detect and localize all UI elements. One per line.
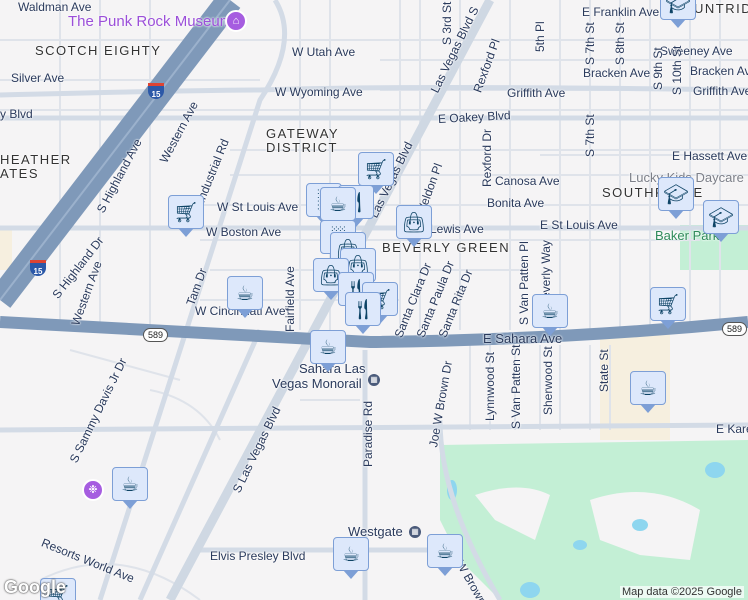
street-label: Griffith Ave xyxy=(693,84,748,98)
street-label: Paradise Rd xyxy=(361,400,375,467)
street-label: W St Louis Ave xyxy=(217,200,299,214)
street-label: Canosa Ave xyxy=(495,174,560,188)
coffee-cup-icon: ☕︎ xyxy=(436,540,454,563)
coffee-marker[interactable]: ☕︎ xyxy=(532,294,568,336)
street-label: Waldman Ave xyxy=(18,0,92,14)
coffee-marker[interactable]: ☕︎ xyxy=(630,371,666,413)
sr589-shield: 589 xyxy=(722,322,748,336)
area-label: BEVERLY GREEN xyxy=(382,240,511,255)
street-label: State St xyxy=(597,349,611,392)
i15-shield: 15 xyxy=(30,260,46,276)
shopping-cart-marker[interactable]: 🛒︎ xyxy=(358,152,394,194)
street-label: E St Louis Ave xyxy=(540,218,618,232)
monorail-station-icon[interactable]: ▦ xyxy=(368,374,380,386)
coffee-cup-icon: ☕︎ xyxy=(541,300,559,323)
street-label: E Karen Ave xyxy=(716,422,748,436)
street-label: Sherwood St xyxy=(541,346,555,415)
area-label: HEATHER xyxy=(0,152,72,167)
coffee-marker[interactable]: ☕︎ xyxy=(112,467,148,509)
attraction-icon[interactable]: ❉ xyxy=(82,479,104,501)
street-label: S 9th St xyxy=(651,47,665,90)
transit-label[interactable]: Vegas Monorail xyxy=(272,376,362,391)
coffee-cup-icon: ☕︎ xyxy=(329,193,347,216)
street-label: S Van Patten St xyxy=(509,344,523,430)
coffee-marker[interactable]: ☕︎ xyxy=(320,187,356,229)
shopping-cart-icon: 🛒︎ xyxy=(173,201,199,224)
google-logo[interactable]: Google xyxy=(4,577,66,598)
i15-shield: 15 xyxy=(148,83,164,99)
area-label: DISTRICT xyxy=(266,140,338,155)
street-label: Bracken Ave xyxy=(690,64,748,78)
shopping-cart-icon: 🛒︎ xyxy=(363,158,389,181)
street-label: Silver Ave xyxy=(11,71,65,85)
coffee-marker[interactable]: ☕︎ xyxy=(427,534,463,576)
poi-label-punk-rock-museum[interactable]: The Punk Rock Museum xyxy=(68,13,232,30)
area-label: GATEWAY xyxy=(266,126,340,141)
street-label: S 7th St xyxy=(583,114,597,157)
street-label: Bracken Ave xyxy=(583,66,651,80)
street-label: S 7th St xyxy=(583,22,597,65)
graduation-cap-icon: 🎓︎ xyxy=(708,206,734,229)
street-label: Lynnwood St xyxy=(483,352,497,421)
monorail-station-icon[interactable]: ▦ xyxy=(409,526,421,538)
school-marker[interactable]: 🎓︎ xyxy=(703,200,739,242)
street-label: S 3rd St xyxy=(440,1,454,45)
graduation-cap-icon: 🎓︎ xyxy=(663,183,689,206)
fork-knife-icon: 🍴︎ xyxy=(350,298,376,321)
area-label: ATES xyxy=(0,166,39,181)
street-label: Fairfield Ave xyxy=(283,266,297,332)
street-label: E Hassett Ave xyxy=(672,149,748,163)
sr589-shield: 589 xyxy=(143,328,169,342)
street-label: y Blvd xyxy=(0,107,33,121)
street-label: Rexford Dr xyxy=(480,128,494,187)
area-label: SCOTCH EIGHTY xyxy=(35,43,162,58)
street-label: W Boston Ave xyxy=(206,225,282,239)
coffee-cup-icon: ☕︎ xyxy=(639,377,657,400)
shopping-cart-marker[interactable]: 🛒︎ xyxy=(168,195,204,237)
road-wyoming xyxy=(0,85,748,98)
street-label: Elvis Presley Blvd xyxy=(210,549,306,563)
street-label: Lewis Ave xyxy=(430,222,484,236)
street-label: S Van Patten Pl xyxy=(517,241,531,325)
school-marker[interactable]: 🎓︎ xyxy=(658,177,694,219)
shopping-bag-marker[interactable]: 👜︎ xyxy=(396,205,432,247)
street-label: W Utah Ave xyxy=(292,45,356,59)
coffee-marker[interactable]: ☕︎ xyxy=(310,330,346,372)
museum-icon[interactable]: ⌂ xyxy=(225,10,247,32)
coffee-cup-icon: ☕︎ xyxy=(236,282,254,305)
street-label: S 8th St xyxy=(613,22,627,65)
area-label: UNTRIDGE xyxy=(694,1,748,16)
shopping-bag-icon: 👜︎ xyxy=(401,211,427,234)
street-label: S 10th St xyxy=(670,45,684,95)
map-canvas[interactable]: Waldman Ave The Punk Rock Museum ⌂ SCOTC… xyxy=(0,0,748,600)
coffee-marker[interactable]: ☕︎ xyxy=(227,276,263,318)
restaurant-marker[interactable]: 🍴︎ xyxy=(345,292,381,334)
street-label: 5th Pl xyxy=(533,21,547,52)
map-data-credit[interactable]: Map data ©2025 Google xyxy=(619,586,744,598)
shopping-cart-icon: 🛒︎ xyxy=(655,293,681,316)
street-label: Bonita Ave xyxy=(487,196,545,210)
street-label: W Wyoming Ave xyxy=(275,85,363,99)
graduation-cap-icon: 🎓︎ xyxy=(665,0,691,15)
coffee-cup-icon: ☕︎ xyxy=(319,336,337,359)
shopping-cart-marker[interactable]: 🛒︎ xyxy=(650,287,686,329)
street-label: Griffith Ave xyxy=(507,86,566,100)
coffee-cup-icon: ☕︎ xyxy=(342,543,360,566)
school-marker[interactable]: 🎓︎ xyxy=(660,0,696,28)
street-label: E Franklin Ave xyxy=(582,5,660,19)
coffee-cup-icon: ☕︎ xyxy=(121,473,139,496)
coffee-marker[interactable]: ☕︎ xyxy=(333,537,369,579)
